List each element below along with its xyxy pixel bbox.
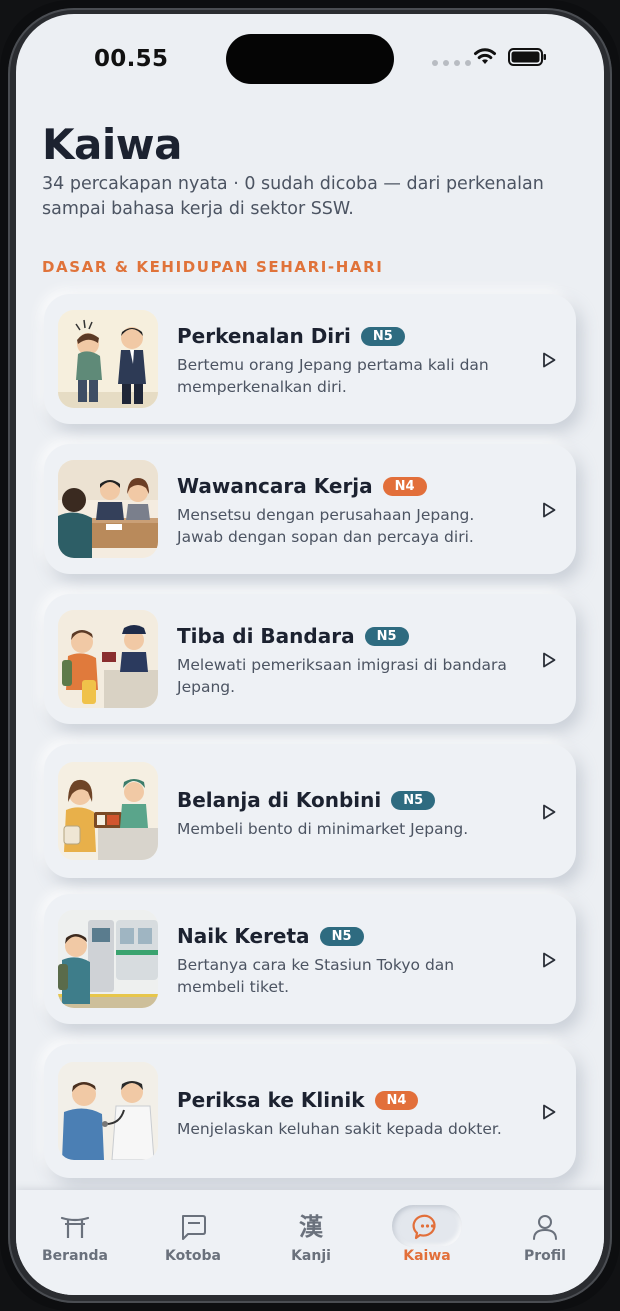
chat-bubble-icon — [412, 1214, 436, 1240]
phone-frame: 00.55 Kaiwa 34 percakapan nyata · 0 suda… — [0, 0, 620, 1311]
lesson-illustration — [58, 762, 158, 860]
lesson-card-perkenalan-diri[interactable]: Perkenalan Diri N5 Bertemu orang Jepang p… — [44, 294, 576, 424]
dynamic-island — [226, 34, 394, 84]
user-icon — [533, 1215, 557, 1240]
tab-label: Kaiwa — [403, 1248, 451, 1264]
lesson-description: Membeli bento di minimarket Jepang. — [177, 820, 469, 838]
level-badge: N5 — [360, 327, 405, 346]
torii-icon — [60, 1216, 90, 1238]
lesson-description: Bertanya cara ke Stasiun Tokyo dan membe… — [177, 956, 455, 996]
lesson-description: Menjelaskan keluhan sakit kepada dokter. — [177, 1120, 502, 1138]
message-square-icon — [182, 1215, 206, 1240]
lesson-description: Melewati pemeriksaan imigrasi di bandara… — [177, 656, 507, 696]
level-badge: N5 — [364, 627, 409, 646]
lesson-illustration — [58, 1062, 158, 1160]
tab-label: Profil — [524, 1248, 566, 1264]
lesson-card-belanja-di-konbini[interactable]: Belanja di Konbini N5 Membeli bento di mi… — [44, 744, 576, 878]
lesson-illustration — [58, 460, 158, 558]
lesson-title: Belanja di Konbini — [177, 788, 382, 812]
lesson-card-periksa-ke-klinik[interactable]: Periksa ke Klinik N4 Menjelaskan keluhan … — [44, 1044, 576, 1178]
lesson-illustration — [58, 610, 158, 708]
level-badge: N5 — [391, 791, 436, 810]
bottom-tab-bar: Beranda Kotoba 漢 Kanji Kaiwa Profil — [16, 1190, 604, 1295]
lesson-card-tiba-di-bandara[interactable]: Tiba di Bandara N5 Melewati pemeriksaan i… — [44, 594, 576, 724]
lesson-illustration — [58, 310, 158, 408]
tab-label: Kotoba — [165, 1248, 221, 1264]
level-badge: N5 — [319, 927, 364, 946]
page-subtitle: 34 percakapan nyata · 0 sudah dicoba — d… — [42, 174, 544, 219]
tab-kotoba[interactable]: Kotoba — [134, 1190, 252, 1280]
play-icon[interactable] — [542, 502, 556, 518]
play-icon[interactable] — [542, 652, 556, 668]
lesson-title: Naik Kereta — [177, 924, 310, 948]
lesson-card-naik-kereta[interactable]: Naik Kereta N5 Bertanya cara ke Stasiun T… — [44, 894, 576, 1024]
lesson-title: Perkenalan Diri — [177, 324, 351, 348]
lesson-title: Periksa ke Klinik — [177, 1088, 365, 1112]
status-bar: 00.55 — [16, 14, 604, 104]
level-badge: N4 — [374, 1091, 419, 1110]
lesson-description: Bertemu orang Jepang pertama kali dan me… — [177, 356, 489, 396]
tab-profil[interactable]: Profil — [486, 1190, 604, 1280]
signal-dots-icon — [432, 60, 471, 66]
tab-kaiwa[interactable]: Kaiwa — [368, 1190, 486, 1280]
level-badge: N4 — [382, 477, 427, 496]
status-time: 00.55 — [94, 46, 169, 72]
tab-label: Beranda — [42, 1248, 108, 1264]
tab-label: Kanji — [291, 1248, 331, 1264]
page-title: Kaiwa — [42, 120, 182, 169]
play-icon[interactable] — [542, 952, 556, 968]
app-screen: 00.55 Kaiwa 34 percakapan nyata · 0 suda… — [16, 14, 604, 1295]
play-icon[interactable] — [542, 1104, 556, 1120]
tab-kanji[interactable]: 漢 Kanji — [252, 1190, 370, 1280]
lesson-title: Wawancara Kerja — [177, 474, 373, 498]
lesson-description: Mensetsu dengan perusahaan Jepang. Jawab… — [177, 506, 475, 546]
battery-icon — [508, 48, 546, 66]
play-icon[interactable] — [542, 804, 556, 820]
section-title: DASAR & KEHIDUPAN SEHARI-HARI — [42, 258, 384, 276]
lesson-title: Tiba di Bandara — [177, 624, 355, 648]
play-icon[interactable] — [542, 352, 556, 368]
lesson-card-wawancara-kerja[interactable]: Wawancara Kerja N4 Mensetsu dengan perusa… — [44, 444, 576, 574]
kanji-icon: 漢 — [299, 1213, 323, 1241]
wifi-icon — [474, 48, 496, 64]
lesson-illustration — [58, 910, 158, 1008]
tab-beranda[interactable]: Beranda — [16, 1190, 134, 1280]
